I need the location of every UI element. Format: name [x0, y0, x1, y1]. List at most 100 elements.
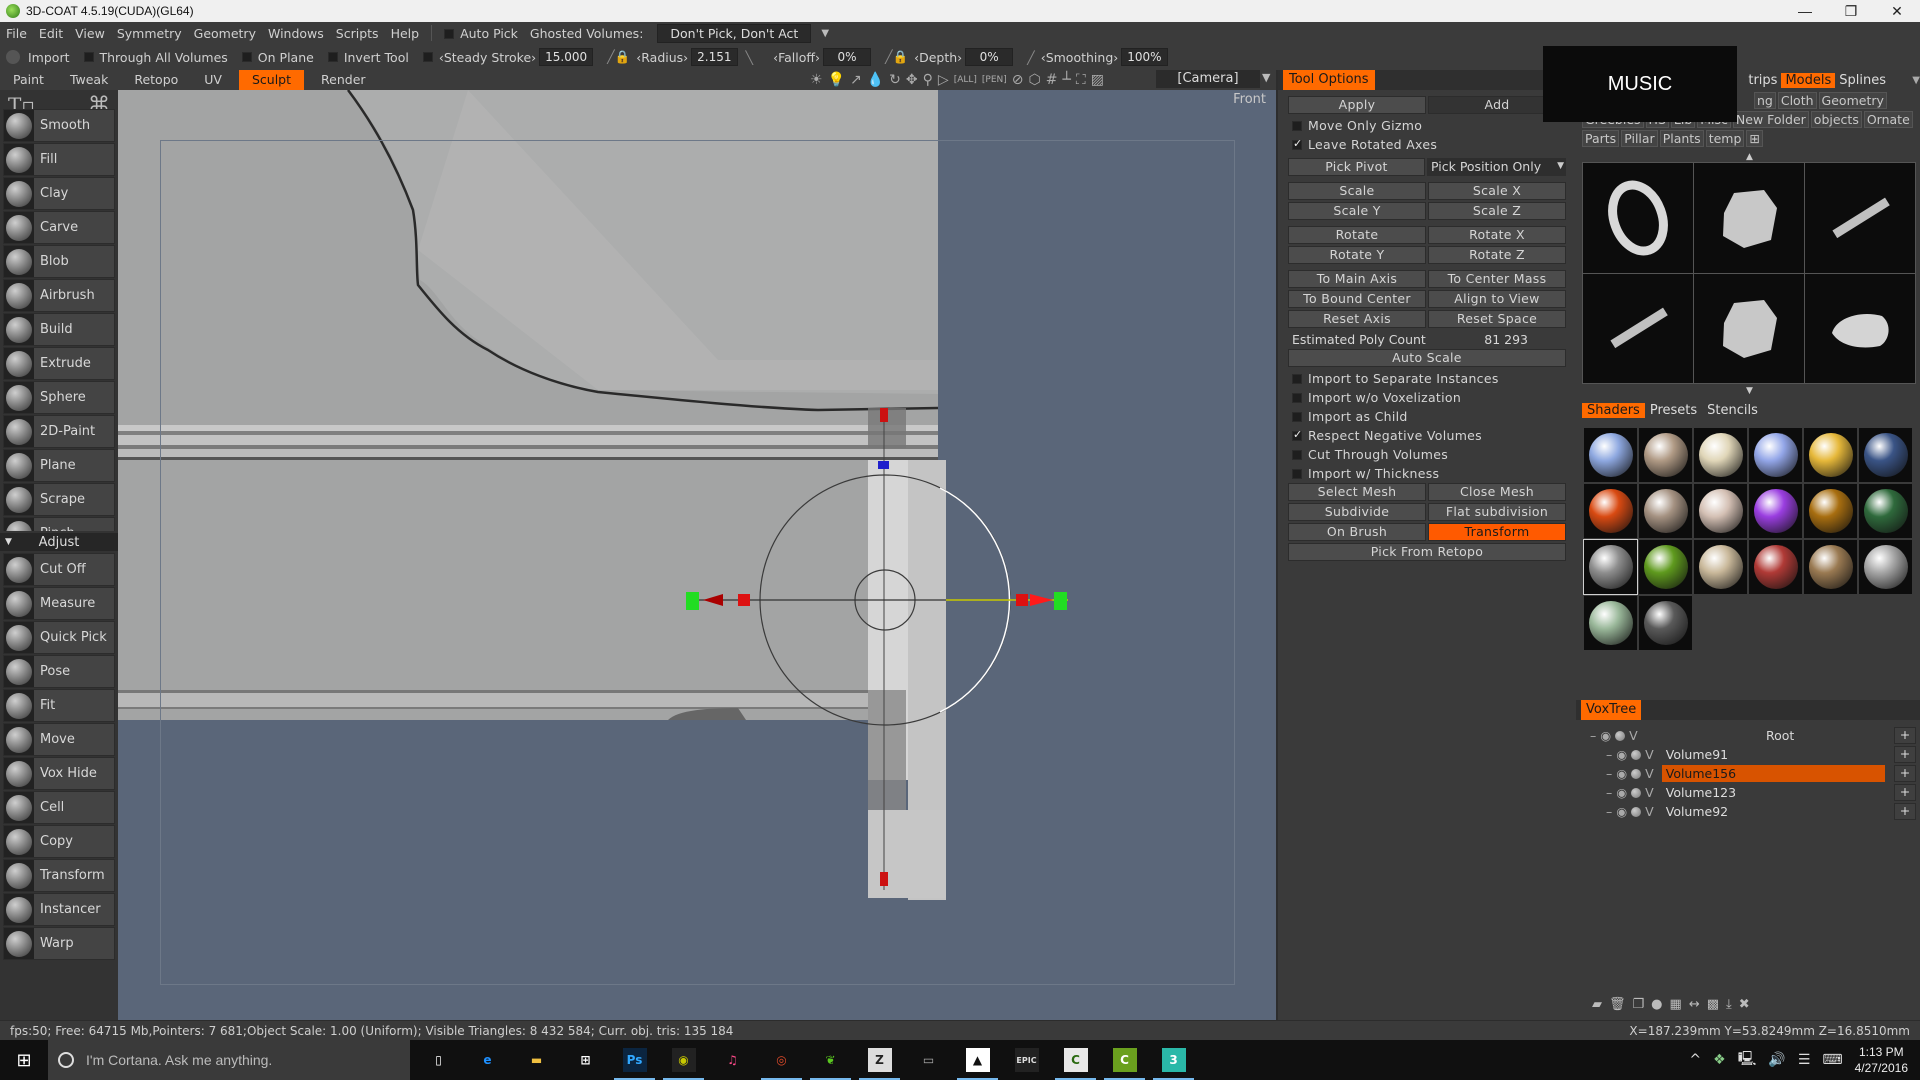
- depth-input[interactable]: 0%: [965, 48, 1014, 66]
- rotate-icon[interactable]: ↻: [889, 72, 901, 88]
- start-button[interactable]: ⊞: [0, 1040, 48, 1080]
- add-child-volume-button[interactable]: +: [1894, 746, 1916, 763]
- tab-strips[interactable]: trips: [1744, 73, 1781, 88]
- invert-tool-checkbox[interactable]: [327, 52, 338, 62]
- collapse-icon[interactable]: –: [1606, 804, 1612, 819]
- volume-name[interactable]: Volume92: [1662, 803, 1732, 820]
- scroll-up-icon[interactable]: ▲: [1746, 152, 1753, 162]
- image-icon[interactable]: ▨: [1091, 72, 1104, 88]
- tool-scrape[interactable]: Scrape: [3, 483, 115, 516]
- to-bound-center-button[interactable]: To Bound Center: [1288, 290, 1426, 308]
- on-brush-button[interactable]: On Brush: [1288, 523, 1426, 541]
- shader-swatch[interactable]: [1584, 428, 1637, 482]
- tab-paint[interactable]: Paint: [0, 70, 57, 90]
- frame-pen-icon[interactable]: [PEN]: [982, 75, 1007, 85]
- shader-swatch[interactable]: [1639, 596, 1692, 650]
- smoothing-control[interactable]: ╱ ‹ Smoothing › 100%: [1027, 48, 1168, 66]
- shader-swatch[interactable]: [1639, 484, 1692, 538]
- tab-tool-options[interactable]: Tool Options: [1283, 70, 1375, 90]
- shader-swatch[interactable]: [1859, 484, 1912, 538]
- import-w-thickness-option[interactable]: Import w/ Thickness: [1288, 464, 1566, 483]
- voxel-mode-icon[interactable]: V: [1645, 766, 1654, 781]
- no-icon[interactable]: ⊘: [1012, 72, 1024, 88]
- tool-transform[interactable]: Transform: [3, 859, 115, 892]
- rotate-button[interactable]: Rotate: [1288, 226, 1426, 244]
- tab-render[interactable]: Render: [308, 70, 379, 90]
- close-icon[interactable]: ✖: [1739, 997, 1750, 1012]
- to-center-mass-button[interactable]: To Center Mass: [1428, 270, 1566, 288]
- frame-all-icon[interactable]: [ALL]: [954, 75, 977, 85]
- tool-warp[interactable]: Warp: [3, 927, 115, 960]
- voxel-mode-icon[interactable]: V: [1645, 747, 1654, 762]
- taskbar-app-camtasia-studio[interactable]: C: [1100, 1040, 1149, 1080]
- menu-symmetry[interactable]: Symmetry: [111, 26, 188, 41]
- shader-dot-icon[interactable]: [1615, 730, 1626, 741]
- taskbar-app-chrome[interactable]: ◎: [757, 1040, 806, 1080]
- steady-stroke-checkbox[interactable]: [422, 52, 433, 62]
- close-button[interactable]: ✕: [1874, 0, 1920, 22]
- swap-icon[interactable]: ↔: [1689, 997, 1700, 1012]
- move-only-gizmo-checkbox[interactable]: [1292, 120, 1302, 131]
- taskbar-app-zbrush[interactable]: Z: [855, 1040, 904, 1080]
- taskbar-app-edge[interactable]: e: [463, 1040, 512, 1080]
- shader-swatch[interactable]: [1584, 596, 1637, 650]
- voxel-mode-icon[interactable]: V: [1629, 728, 1638, 743]
- steady-stroke-control[interactable]: ‹ Steady Stroke › 15.000: [422, 48, 594, 66]
- eye-icon[interactable]: ◉: [1616, 785, 1627, 800]
- tab-presets[interactable]: Presets: [1645, 403, 1702, 418]
- scale-z-button[interactable]: Scale Z: [1428, 202, 1566, 220]
- import-button[interactable]: Import: [6, 50, 70, 65]
- scale-x-button[interactable]: Scale X: [1428, 182, 1566, 200]
- cut-through-volumes-checkbox[interactable]: [1292, 449, 1302, 460]
- taskbar-app-itunes[interactable]: ♫: [708, 1040, 757, 1080]
- 3d-viewport[interactable]: Front: [118, 90, 1276, 1020]
- folder-tag-ng[interactable]: ng: [1754, 92, 1776, 109]
- model-thumbnail-torus[interactable]: [1583, 163, 1693, 273]
- voxtree-volume-row[interactable]: – ◉ V Volume91 +: [1576, 745, 1920, 764]
- tool-pinch[interactable]: Pinch: [3, 517, 115, 531]
- pick-from-retopo-button[interactable]: Pick From Retopo: [1288, 543, 1566, 561]
- import-icon[interactable]: ⤓: [1726, 997, 1732, 1012]
- reset-space-button[interactable]: Reset Space: [1428, 310, 1566, 328]
- folder-tag-parts[interactable]: Parts: [1582, 130, 1620, 147]
- minimize-button[interactable]: —: [1782, 0, 1828, 22]
- folder-tag-plants[interactable]: Plants: [1659, 130, 1704, 147]
- volume-name[interactable]: Volume91: [1662, 746, 1732, 763]
- taskbar-app-photos[interactable]: ▲: [953, 1040, 1002, 1080]
- shader-swatch[interactable]: [1859, 428, 1912, 482]
- collapse-icon[interactable]: –: [1606, 747, 1612, 762]
- collapse-icon[interactable]: –: [1590, 728, 1596, 743]
- clock[interactable]: 1:13 PM 4/27/2016: [1855, 1044, 1908, 1076]
- folder-tag-new-folder[interactable]: New Folder: [1732, 111, 1809, 128]
- tab-splines[interactable]: Splines: [1835, 73, 1890, 88]
- tab-sculpt[interactable]: Sculpt: [238, 70, 305, 90]
- tool-cut-off[interactable]: Cut Off: [3, 553, 115, 586]
- taskbar-app-camtasia-recorder[interactable]: C: [1051, 1040, 1100, 1080]
- pick-mode-dropdown[interactable]: Pick Position Only: [1427, 158, 1566, 176]
- tool-instancer[interactable]: Instancer: [3, 893, 115, 926]
- cut-through-volumes-option[interactable]: Cut Through Volumes: [1288, 445, 1566, 464]
- import-to-separate-instances-option[interactable]: Import to Separate Instances: [1288, 369, 1566, 388]
- eye-icon[interactable]: ◉: [1616, 766, 1627, 781]
- tool-extrude[interactable]: Extrude: [3, 347, 115, 380]
- add-volume-button[interactable]: +: [1894, 727, 1916, 744]
- cube-icon[interactable]: ⬡: [1029, 72, 1041, 88]
- through-all-volumes-toggle[interactable]: Through All Volumes: [83, 50, 228, 65]
- menu-view[interactable]: View: [69, 26, 111, 41]
- play-icon[interactable]: ▷: [938, 72, 949, 88]
- close-mesh-button[interactable]: Close Mesh: [1428, 483, 1566, 501]
- leave-rotated-axes-checkbox[interactable]: [1292, 137, 1303, 150]
- add-child-volume-button[interactable]: +: [1894, 784, 1916, 801]
- tray-expand-icon[interactable]: ^: [1689, 1052, 1701, 1068]
- panel-menu-icon[interactable]: ▼: [1890, 75, 1920, 86]
- smoothing-input[interactable]: 100%: [1121, 48, 1168, 66]
- pen-pressure-icon[interactable]: ╱🔒: [607, 49, 630, 65]
- shader-swatch[interactable]: [1749, 428, 1802, 482]
- zoom-icon[interactable]: ⚲: [923, 72, 933, 88]
- falloff-control[interactable]: ‹ Falloff › 0%: [773, 48, 871, 66]
- shader-swatch[interactable]: [1583, 539, 1638, 595]
- grid-icon[interactable]: ▩: [1707, 997, 1719, 1012]
- smoothing-pressure-icon[interactable]: ╱: [1027, 50, 1035, 65]
- scale-button[interactable]: Scale: [1288, 182, 1426, 200]
- restore-button[interactable]: ❐: [1828, 0, 1874, 22]
